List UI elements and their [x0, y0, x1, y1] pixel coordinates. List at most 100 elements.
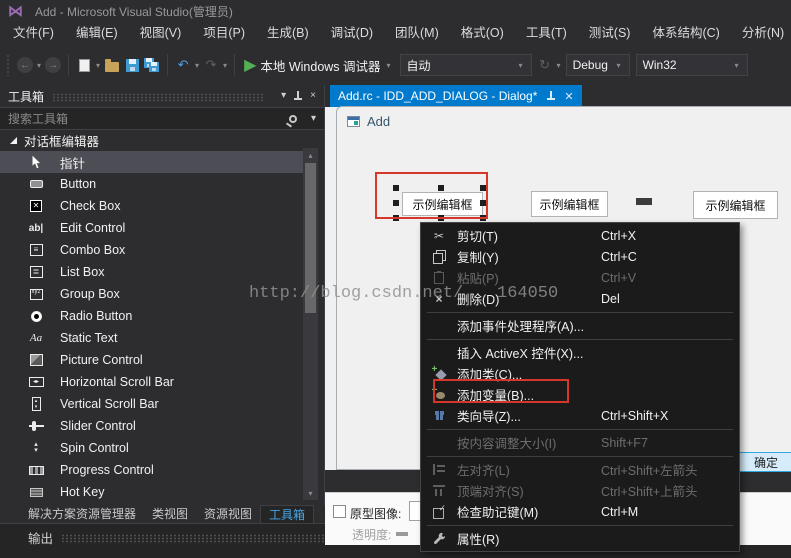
toolbox-scrollbar[interactable]: ▴ ▾: [303, 148, 318, 500]
context-menu-item-properties[interactable]: 属性(R): [421, 528, 739, 549]
combo-caret-icon: ▾: [734, 60, 739, 70]
scroll-up-icon[interactable]: ▴: [303, 148, 318, 162]
menu-build[interactable]: 生成(B): [256, 22, 320, 45]
save-all-icon: [144, 57, 160, 73]
tab-solution-explorer[interactable]: 解决方案资源管理器: [20, 505, 144, 523]
redo-button[interactable]: ↷: [202, 53, 220, 77]
output-title: 输出: [28, 531, 54, 546]
tab-class-view[interactable]: 类视图: [144, 505, 196, 523]
window-position-caret-icon[interactable]: ▾: [281, 91, 286, 101]
save-button[interactable]: [123, 53, 141, 77]
small-control[interactable]: [636, 198, 652, 205]
toolbox-item-vertical-scroll-bar[interactable]: Vertical Scroll Bar: [0, 393, 303, 415]
close-icon[interactable]: ×: [310, 91, 316, 101]
undo-dropdown-caret[interactable]: ▾: [195, 61, 199, 70]
toolbox-group-dialog-editor[interactable]: 对话框编辑器: [0, 130, 324, 151]
toolbox-item-spin-control[interactable]: Spin Control: [0, 437, 303, 459]
edit-box-2[interactable]: 示例编辑框: [531, 191, 608, 217]
solution-config-combo[interactable]: Debug ▾: [565, 54, 630, 76]
toolbox-header[interactable]: 工具箱 ▾ ×: [0, 85, 324, 107]
context-menu-item-class-wizard[interactable]: 类向导(Z)... Ctrl+Shift+X: [421, 405, 739, 426]
visual-studio-logo-icon: ⋈: [8, 2, 23, 20]
document-tab-add-rc[interactable]: Add.rc - IDD_ADD_DIALOG - Dialog* ✕: [330, 85, 582, 107]
toolbox-item-picture-control[interactable]: Picture Control: [0, 349, 303, 371]
toolbox-item-horizontal-scroll-bar[interactable]: Horizontal Scroll Bar: [0, 371, 303, 393]
toolbox-item-edit-control[interactable]: Edit Control: [0, 217, 303, 239]
context-menu-item-add-event-handler[interactable]: 添加事件处理程序(A)...: [421, 315, 739, 336]
wrench-icon: [421, 532, 457, 545]
navigate-back-button[interactable]: ←: [16, 53, 34, 77]
menu-edit[interactable]: 编辑(E): [65, 22, 129, 45]
save-all-button[interactable]: [143, 53, 161, 77]
expanded-triangle-icon: [10, 137, 17, 144]
forward-icon: →: [45, 57, 62, 73]
annotation-box-editbox: [375, 172, 488, 219]
navigate-forward-button[interactable]: →: [44, 53, 62, 77]
opacity-slider-thumb[interactable]: [396, 532, 408, 536]
pin-icon[interactable]: [547, 91, 556, 101]
scissors-icon: ✂: [433, 228, 445, 243]
toolbox-item-pointer[interactable]: 指针: [0, 151, 303, 173]
add-class-icon: [421, 364, 457, 380]
combo-box-control-icon: ≡: [26, 241, 46, 259]
watermark-text: http://blog.csdn.net/: [249, 284, 464, 303]
context-menu-item-copy[interactable]: 复制(Y) Ctrl+C: [421, 246, 739, 267]
context-menu-item-check-mnemonics[interactable]: 检查助记键(M) Ctrl+M: [421, 501, 739, 522]
toolbox-item-slider-control[interactable]: Slider Control: [0, 415, 303, 437]
menu-team[interactable]: 团队(M): [384, 22, 450, 45]
open-file-button[interactable]: [103, 53, 121, 77]
context-menu-item-insert-activex[interactable]: 插入 ActiveX 控件(X)...: [421, 342, 739, 363]
copy-icon: [421, 250, 457, 264]
menu-test[interactable]: 测试(S): [578, 22, 642, 45]
menu-analyze[interactable]: 分析(N): [731, 22, 791, 45]
search-options-caret-icon[interactable]: ▾: [311, 113, 316, 124]
toolbox-item-list-box[interactable]: ≣ List Box: [0, 261, 303, 283]
menu-tools[interactable]: 工具(T): [515, 22, 578, 45]
toolbox-item-static-text[interactable]: Static Text: [0, 327, 303, 349]
tab-resource-view[interactable]: 资源视图: [196, 505, 260, 523]
toolbar-grip[interactable]: [6, 54, 11, 76]
align-top-icon: [421, 485, 457, 496]
menu-file[interactable]: 文件(F): [2, 22, 65, 45]
start-debug-dropdown-caret[interactable]: ▾: [387, 61, 391, 70]
menu-debug[interactable]: 调试(D): [320, 22, 384, 45]
context-menu-item-cut[interactable]: ✂ 剪切(T) Ctrl+X: [421, 225, 739, 246]
refresh-dropdown-caret[interactable]: ▾: [557, 61, 561, 70]
context-menu-item-align-top[interactable]: 顶端对齐(S) Ctrl+Shift+上箭头: [421, 480, 739, 501]
context-menu-item-paste[interactable]: 粘贴(P) Ctrl+V: [421, 267, 739, 288]
new-file-button[interactable]: [75, 53, 93, 77]
toolbox-item-button[interactable]: Button: [0, 173, 303, 195]
pointer-cursor-icon: [26, 153, 46, 171]
search-icon[interactable]: [288, 114, 297, 123]
toolbox-group-label: 对话框编辑器: [24, 135, 100, 149]
new-file-dropdown-caret[interactable]: ▾: [96, 61, 100, 70]
back-dropdown-caret[interactable]: ▾: [37, 61, 41, 70]
vertical-scrollbar-control-icon: [26, 395, 46, 413]
context-menu-item-align-left[interactable]: 左对齐(L) Ctrl+Shift+左箭头: [421, 459, 739, 480]
pin-icon[interactable]: [294, 91, 303, 101]
prototype-image-checkbox[interactable]: [333, 505, 346, 518]
tab-toolbox[interactable]: 工具箱: [260, 504, 315, 524]
menu-architecture[interactable]: 体系结构(C): [641, 22, 730, 45]
menu-format[interactable]: 格式(O): [450, 22, 515, 45]
undo-button[interactable]: ↶: [174, 53, 192, 77]
debug-target-combo[interactable]: 自动 ▾: [399, 54, 532, 76]
redo-dropdown-caret[interactable]: ▾: [223, 61, 227, 70]
context-menu-item-size-to-content[interactable]: 按内容调整大小(I) Shift+F7: [421, 432, 739, 453]
menu-view[interactable]: 视图(V): [129, 22, 193, 45]
toolbox-search-input[interactable]: 搜索工具箱 ▾: [0, 107, 324, 130]
toolbox-item-combo-box[interactable]: ≡ Combo Box: [0, 239, 303, 261]
context-menu-item-delete[interactable]: × 删除(D) Del: [421, 288, 739, 309]
close-icon[interactable]: ✕: [564, 90, 573, 103]
toolbox-item-progress-control[interactable]: Progress Control: [0, 459, 303, 481]
solution-platform-combo[interactable]: Win32 ▾: [635, 54, 748, 76]
refresh-button[interactable]: ↻: [536, 53, 554, 77]
slider-control-icon: [26, 417, 46, 435]
toolbox-item-radio-button[interactable]: Radio Button: [0, 305, 303, 327]
menu-project[interactable]: 项目(P): [192, 22, 256, 45]
scroll-down-icon[interactable]: ▾: [303, 486, 318, 500]
start-debug-button[interactable]: ▶ 本地 Windows 调试器 ▾: [244, 55, 392, 75]
toolbox-item-checkbox[interactable]: ✕ Check Box: [0, 195, 303, 217]
toolbox-item-hot-key[interactable]: Hot Key: [0, 481, 303, 503]
edit-box-3[interactable]: 示例编辑框: [693, 191, 778, 219]
